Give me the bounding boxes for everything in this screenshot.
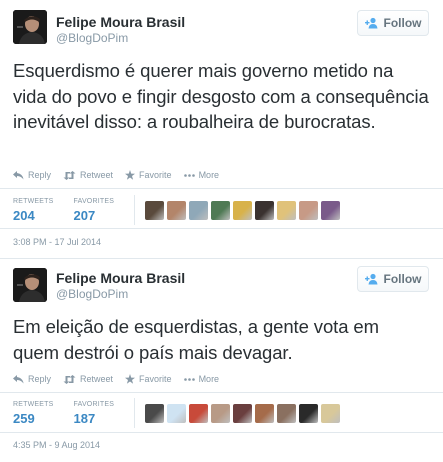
favoriter-avatar[interactable] <box>321 200 341 220</box>
reply-button[interactable]: Reply <box>13 374 51 384</box>
stats-divider <box>134 195 136 225</box>
favoriters-list <box>145 403 341 423</box>
retweet-label: Retweet <box>80 374 114 384</box>
favorite-button[interactable]: Favorite <box>125 170 172 180</box>
retweets-count: 204 <box>13 207 35 223</box>
follow-label: Follow <box>383 16 422 30</box>
favoriter-avatar[interactable] <box>321 403 341 423</box>
reply-icon <box>13 170 24 179</box>
favoriter-avatar[interactable] <box>277 403 297 423</box>
divider <box>0 188 443 189</box>
divider <box>0 392 443 393</box>
favorite-label: Favorite <box>139 170 172 180</box>
tweet: Felipe Moura Brasil @BlogDoPim Follow Es… <box>0 0 443 258</box>
add-user-icon <box>364 17 377 29</box>
retweets-label: RETWEETS <box>13 197 54 205</box>
more-button[interactable]: More <box>183 170 220 180</box>
favoriter-avatar[interactable] <box>233 403 253 423</box>
favoriter-avatar[interactable] <box>167 403 187 423</box>
favoriter-avatar[interactable] <box>277 200 297 220</box>
favoriter-avatar[interactable] <box>189 200 209 220</box>
favoriter-avatar[interactable] <box>189 403 209 423</box>
retweets-stat[interactable]: RETWEETS 204 <box>13 198 54 223</box>
more-label: More <box>198 170 220 180</box>
favorite-button[interactable]: Favorite <box>125 374 172 384</box>
divider <box>0 228 443 229</box>
retweet-icon <box>63 374 76 384</box>
tweet-timestamp[interactable]: 3:08 PM - 17 Jul 2014 <box>13 237 101 247</box>
divider <box>0 432 443 433</box>
more-icon <box>183 377 195 381</box>
retweets-count: 259 <box>13 410 35 426</box>
user-handle[interactable]: @BlogDoPim <box>56 287 128 301</box>
tweet: Felipe Moura Brasil @BlogDoPim Follow Em… <box>0 258 443 462</box>
favorites-stat[interactable]: FAVORITES 207 <box>74 198 115 223</box>
display-name[interactable]: Felipe Moura Brasil <box>56 270 185 286</box>
favoriter-avatar[interactable] <box>145 200 165 220</box>
retweet-button[interactable]: Retweet <box>63 170 113 180</box>
favoriter-avatar[interactable] <box>299 403 319 423</box>
more-label: More <box>198 374 220 384</box>
tweet-text: Em eleição de esquerdistas, a gente vota… <box>13 316 379 363</box>
favorite-label: Favorite <box>139 374 172 384</box>
tweet-actions: Reply Retweet Favorite More <box>13 170 219 180</box>
more-icon <box>183 173 195 177</box>
reply-button[interactable]: Reply <box>13 170 51 180</box>
reply-label: Reply <box>28 170 52 180</box>
favoriter-avatar[interactable] <box>299 200 319 220</box>
follow-button[interactable]: Follow <box>357 10 429 36</box>
retweets-label: RETWEETS <box>13 400 54 408</box>
tweet-timestamp[interactable]: 4:35 PM - 9 Aug 2014 <box>13 440 100 450</box>
retweet-button[interactable]: Retweet <box>63 374 113 384</box>
tweet-actions: Reply Retweet Favorite More <box>13 374 219 384</box>
avatar[interactable] <box>13 10 47 44</box>
tweet-stats: RETWEETS 259 FAVORITES 187 <box>13 398 429 428</box>
tweet-text: Esquerdismo é querer mais governo metido… <box>13 60 429 132</box>
favoriter-avatar[interactable] <box>211 200 231 220</box>
favorites-stat[interactable]: FAVORITES 187 <box>74 401 115 426</box>
tweet-stats: RETWEETS 204 FAVORITES 207 <box>13 195 429 225</box>
user-handle[interactable]: @BlogDoPim <box>56 31 128 45</box>
follow-label: Follow <box>383 272 422 286</box>
reply-icon <box>13 374 24 383</box>
stats-divider <box>134 398 136 428</box>
favorites-count: 207 <box>73 207 96 223</box>
retweet-label: Retweet <box>80 170 114 180</box>
favorites-label: FAVORITES <box>73 400 115 408</box>
follow-button[interactable]: Follow <box>357 266 429 292</box>
favoriter-avatar[interactable] <box>145 403 165 423</box>
retweets-stat[interactable]: RETWEETS 259 <box>13 401 54 426</box>
favoriter-avatar[interactable] <box>167 200 187 220</box>
favoriter-avatar[interactable] <box>211 403 231 423</box>
retweet-icon <box>63 170 76 180</box>
favoriter-avatar[interactable] <box>255 403 275 423</box>
avatar[interactable] <box>13 268 47 302</box>
reply-label: Reply <box>28 374 52 384</box>
favoriters-list <box>145 200 341 220</box>
star-icon <box>125 170 136 180</box>
favoriter-avatar[interactable] <box>233 200 253 220</box>
favoriter-avatar[interactable] <box>255 200 275 220</box>
favorites-label: FAVORITES <box>73 197 115 205</box>
display-name[interactable]: Felipe Moura Brasil <box>56 14 185 30</box>
add-user-icon <box>364 273 377 285</box>
more-button[interactable]: More <box>183 374 220 384</box>
star-icon <box>125 374 136 384</box>
favorites-count: 187 <box>73 410 96 426</box>
